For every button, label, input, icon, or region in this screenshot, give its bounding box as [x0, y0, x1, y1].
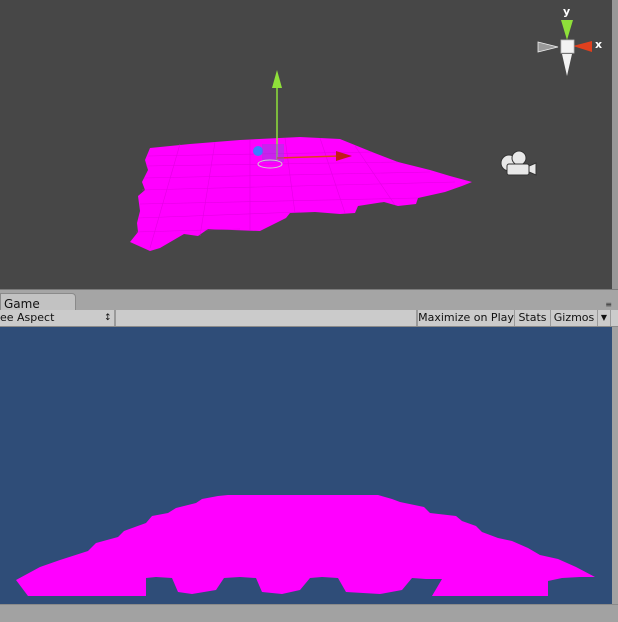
game-mesh-canvas	[16, 495, 595, 596]
game-hex-plane	[16, 495, 595, 596]
orientation-gizmo[interactable]: y x	[0, 0, 612, 289]
gizmo-y-label: y	[563, 5, 570, 18]
scene-panel-border	[612, 0, 618, 289]
gizmos-button[interactable]: Gizmos	[551, 310, 597, 326]
game-tab-strip: Game ≡	[0, 289, 618, 312]
gizmo-y-cone[interactable]	[561, 20, 573, 40]
game-toolbar: ee Aspect ↕ Maximize on Play Stats Gizmo…	[0, 310, 618, 327]
gizmo-neg-x-cone[interactable]	[537, 41, 559, 53]
game-view[interactable]	[0, 327, 612, 604]
stats-button[interactable]: Stats	[515, 310, 551, 326]
game-panel-border	[612, 327, 618, 604]
gizmos-dropdown-arrow-icon[interactable]: ▼	[597, 310, 611, 326]
toolbar-spacer	[115, 310, 417, 326]
aspect-dropdown[interactable]: ee Aspect ↕	[0, 310, 115, 326]
aspect-dropdown-label: ee Aspect	[0, 311, 55, 324]
aspect-dropdown-arrow-icon: ↕	[104, 313, 112, 323]
gizmo-x-cone[interactable]	[573, 41, 592, 52]
panel-menu-icon[interactable]: ≡	[605, 301, 612, 309]
gizmo-center-cube[interactable]	[560, 39, 575, 54]
maximize-on-play-button[interactable]: Maximize on Play	[417, 310, 515, 326]
scene-view[interactable]: y x	[0, 0, 612, 289]
tab-game-label: Game	[4, 297, 40, 311]
bottom-bar	[0, 604, 618, 622]
gizmo-x-label: x	[595, 38, 602, 51]
gizmo-z-cone[interactable]	[562, 54, 572, 76]
